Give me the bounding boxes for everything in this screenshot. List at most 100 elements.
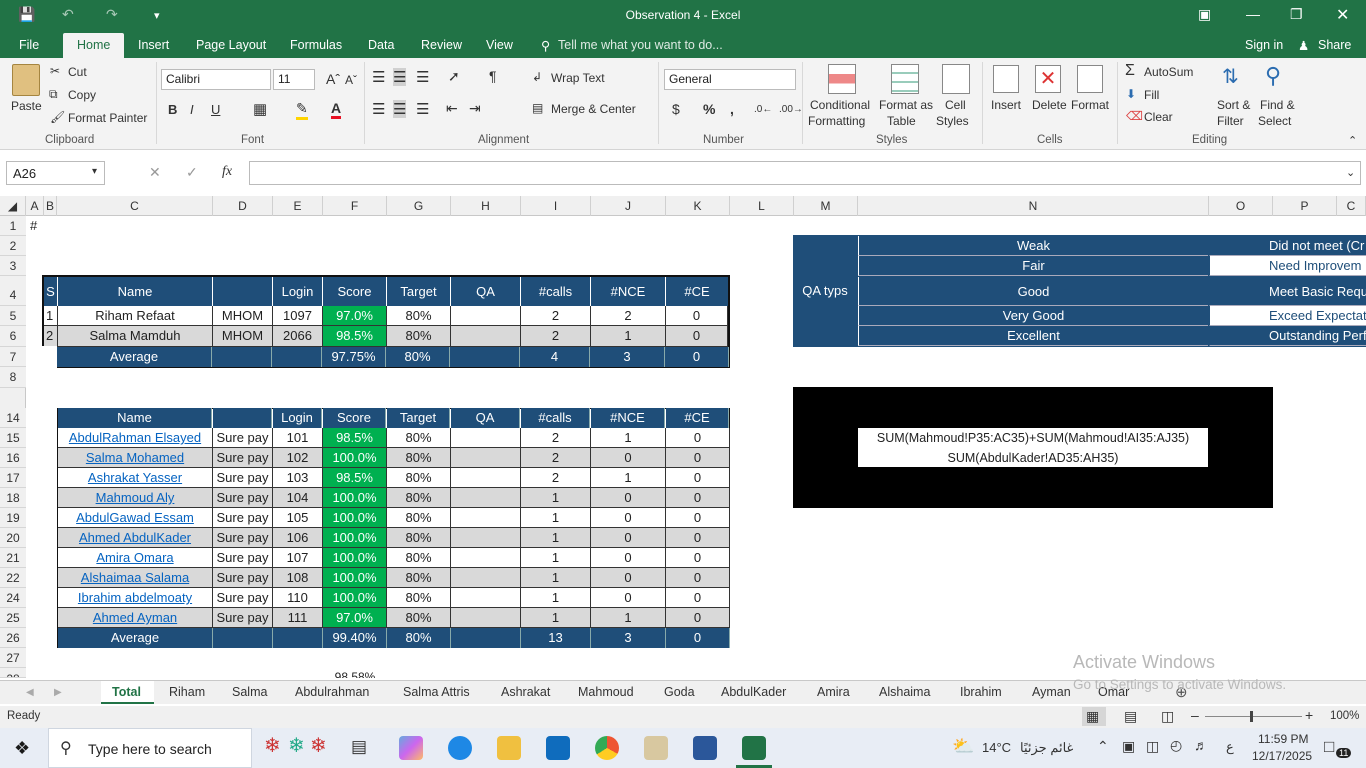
- table2-cell-target[interactable]: 80%: [387, 448, 451, 468]
- tab-insert[interactable]: Insert: [138, 38, 169, 52]
- agent-name-link[interactable]: Ibrahim abdelmoaty: [58, 588, 213, 608]
- row-header[interactable]: 28: [0, 668, 26, 678]
- zoom-out-icon[interactable]: –: [1191, 707, 1199, 723]
- table2-cell-qa[interactable]: [451, 568, 521, 588]
- tab-page-layout[interactable]: Page Layout: [196, 38, 266, 52]
- table2-cell-ce[interactable]: 0: [666, 428, 730, 448]
- ribbon-display-icon[interactable]: ▣: [1198, 6, 1211, 23]
- find-select-label[interactable]: Find &: [1260, 98, 1295, 112]
- table2-cell-score[interactable]: 100.0%: [323, 528, 387, 548]
- delete-cells-icon[interactable]: ✕: [1035, 65, 1061, 93]
- table2-cell-score[interactable]: 100.0%: [323, 448, 387, 468]
- table2-cell-target[interactable]: 80%: [387, 508, 451, 528]
- normal-view-icon[interactable]: ▦: [1086, 708, 1099, 725]
- number-format-select[interactable]: General: [664, 69, 796, 90]
- agent-name-link[interactable]: Ahmed Ayman: [58, 608, 213, 628]
- table2-cell-ce[interactable]: 0: [666, 568, 730, 588]
- sheet-tab[interactable]: Mahmoud: [578, 685, 634, 699]
- tab-home[interactable]: Home: [63, 33, 125, 58]
- tab-review[interactable]: Review: [421, 38, 462, 52]
- wrap-text-button[interactable]: Wrap Text: [551, 71, 605, 85]
- table2-cell-score[interactable]: 100.0%: [323, 548, 387, 568]
- table2-cell-calls[interactable]: 2: [521, 468, 591, 488]
- table2-header-target[interactable]: Target: [387, 408, 450, 428]
- table2-cell-calls[interactable]: 2: [521, 448, 591, 468]
- table1-average-login[interactable]: [272, 347, 322, 367]
- fill-color-icon[interactable]: ✎: [296, 100, 308, 120]
- table1-cell-calls[interactable]: 2: [521, 326, 591, 347]
- table2-cell-qa[interactable]: [451, 468, 521, 488]
- sheet-tab[interactable]: Riham: [169, 685, 205, 699]
- italic-icon[interactable]: I: [190, 102, 194, 117]
- excel-taskbar-icon[interactable]: [742, 736, 766, 760]
- format-painter-icon[interactable]: 🖌: [50, 110, 65, 124]
- table1-cell-qa[interactable]: [451, 326, 521, 347]
- row-header[interactable]: 21: [0, 548, 26, 568]
- shrink-font-icon[interactable]: Aˇ: [345, 73, 357, 87]
- find-select-button[interactable]: Select: [1258, 114, 1291, 128]
- table2-average-ce[interactable]: 0: [666, 628, 730, 648]
- table1-cell-calls[interactable]: 2: [521, 306, 591, 326]
- chrome-icon[interactable]: [595, 736, 619, 760]
- table1-cell-s[interactable]: 1: [44, 306, 58, 326]
- battery-icon[interactable]: ◫: [1146, 738, 1159, 755]
- tab-file[interactable]: File: [19, 38, 39, 52]
- share-icon[interactable]: ♟: [1298, 38, 1309, 53]
- table2-cell-calls[interactable]: 1: [521, 508, 591, 528]
- table2-cell-nce[interactable]: 0: [591, 488, 666, 508]
- expand-formula-icon[interactable]: ⌄: [1346, 166, 1355, 179]
- table2-cell-team[interactable]: Sure pay: [213, 528, 273, 548]
- table2-average-team[interactable]: [213, 628, 273, 648]
- input-language[interactable]: ع: [1226, 739, 1234, 755]
- agent-name-link[interactable]: Mahmoud Aly: [58, 488, 213, 508]
- merge-icon[interactable]: ▤: [532, 101, 543, 115]
- agent-name-link[interactable]: Salma Mohamed: [58, 448, 213, 468]
- clock-date[interactable]: 12/17/2025: [1252, 749, 1312, 763]
- align-left-icon[interactable]: ☰: [372, 100, 385, 118]
- agent-name-link[interactable]: Amira Omara: [58, 548, 213, 568]
- wifi-icon[interactable]: ◴: [1170, 737, 1182, 754]
- windows-start-icon[interactable]: ❖: [14, 738, 30, 759]
- table2-cell-nce[interactable]: 0: [591, 588, 666, 608]
- table2-cell-target[interactable]: 80%: [387, 528, 451, 548]
- cell-styles-button[interactable]: Styles: [936, 114, 969, 128]
- table1-average-calls[interactable]: 4: [520, 347, 590, 367]
- table2-cell-qa[interactable]: [451, 428, 521, 448]
- sheet-tab[interactable]: Goda: [664, 685, 695, 699]
- column-header[interactable]: F: [323, 196, 387, 216]
- notifications-icon[interactable]: □: [1324, 737, 1334, 757]
- tell-me-input[interactable]: Tell me what you want to do...: [558, 38, 723, 52]
- table2-cell-nce[interactable]: 0: [591, 568, 666, 588]
- table2-header-qa[interactable]: QA: [451, 408, 520, 428]
- formula-note-2[interactable]: SUM(AbdulKader!AD35:AH35): [858, 448, 1208, 468]
- table2-cell-ce[interactable]: 0: [666, 548, 730, 568]
- enter-icon[interactable]: ✓: [186, 164, 198, 181]
- rtl-icon[interactable]: ¶: [489, 68, 497, 84]
- table2-cell-target[interactable]: 80%: [387, 488, 451, 508]
- table2-cell-nce[interactable]: 0: [591, 508, 666, 528]
- cell-a1[interactable]: #: [26, 216, 44, 236]
- table2-cell-ce[interactable]: 0: [666, 468, 730, 488]
- table2-cell-team[interactable]: Sure pay: [213, 608, 273, 628]
- table2-cell-nce[interactable]: 0: [591, 548, 666, 568]
- word-icon[interactable]: [693, 736, 717, 760]
- edge-icon[interactable]: [448, 736, 472, 760]
- table2-cell-target[interactable]: 80%: [387, 588, 451, 608]
- table2-average-score[interactable]: 99.40%: [323, 628, 387, 648]
- align-bottom-icon[interactable]: ☰: [416, 68, 429, 86]
- table2-cell-calls[interactable]: 1: [521, 488, 591, 508]
- table1-cell-team[interactable]: MHOM: [213, 306, 273, 326]
- table2-cell-ce[interactable]: 0: [666, 488, 730, 508]
- table1-average-target[interactable]: 80%: [386, 347, 450, 367]
- table2-cell-team[interactable]: Sure pay: [213, 568, 273, 588]
- copy-button[interactable]: Copy: [68, 88, 96, 102]
- paint-icon[interactable]: [644, 736, 668, 760]
- qa-level[interactable]: Weak: [858, 236, 1208, 256]
- table2-cell-ce[interactable]: 0: [666, 528, 730, 548]
- table2-cell-nce[interactable]: 1: [591, 468, 666, 488]
- table2-cell-calls[interactable]: 1: [521, 608, 591, 628]
- table2-average-login[interactable]: [273, 628, 323, 648]
- table1-header-calls[interactable]: #calls: [521, 277, 590, 306]
- borders-icon[interactable]: ▦: [253, 100, 267, 118]
- table2-cell-calls[interactable]: 1: [521, 588, 591, 608]
